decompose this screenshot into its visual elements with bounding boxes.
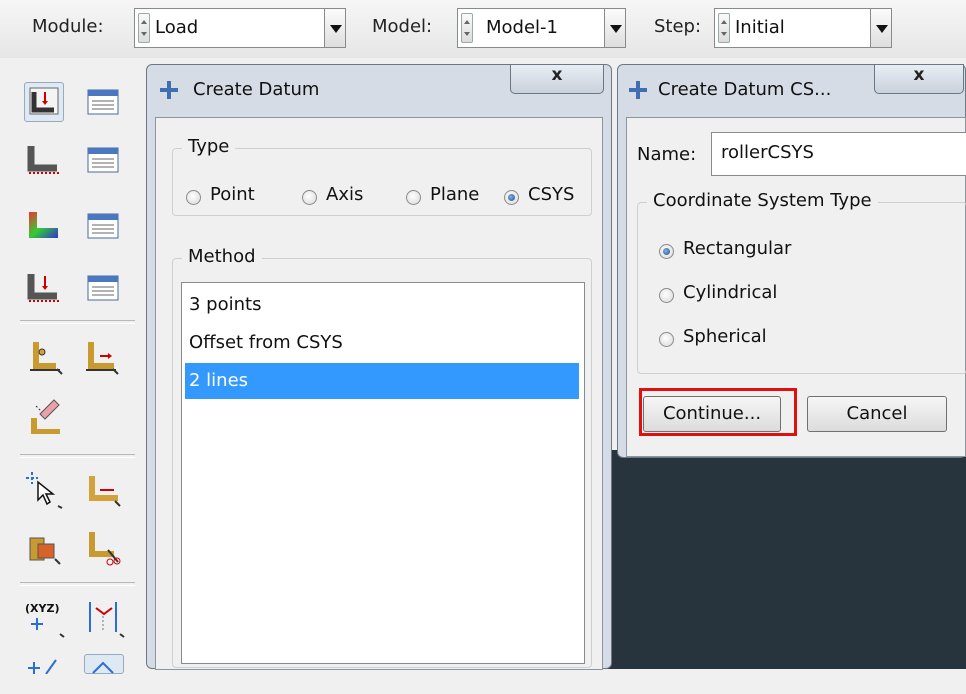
create-load-icon[interactable] <box>24 654 64 694</box>
radio-plane-label: Plane <box>430 184 480 205</box>
radio-point[interactable] <box>186 190 201 205</box>
cancel-button[interactable]: Cancel <box>807 396 947 432</box>
name-value: rollerCSYS <box>721 142 814 163</box>
model-spin-icon[interactable] <box>461 13 473 43</box>
radio-rectangular-label: Rectangular <box>683 238 792 259</box>
model-value: Model-1 <box>486 17 558 38</box>
create-amplitude-icon[interactable] <box>26 338 66 378</box>
radio-cylindrical-label: Cylindrical <box>683 282 778 303</box>
load-case-manager-icon[interactable] <box>84 268 124 308</box>
constraint-icon[interactable]: (XYZ) <box>24 598 65 638</box>
create-predefined-field-icon[interactable] <box>24 206 64 246</box>
create-load-case-icon[interactable] <box>24 268 64 308</box>
type-group <box>172 148 592 216</box>
datum-axis-icon[interactable] <box>84 528 124 568</box>
module-spin-icon[interactable] <box>138 13 150 43</box>
plus-icon <box>629 81 647 99</box>
radio-axis-label: Axis <box>326 184 364 205</box>
model-label: Model: <box>372 16 433 37</box>
method-group-title: Method <box>182 246 262 267</box>
radio-spherical-label: Spherical <box>683 326 767 347</box>
model-combo[interactable]: Model-1 <box>457 8 626 48</box>
step-dropdown-arrow-icon[interactable] <box>870 8 892 48</box>
close-button[interactable]: x <box>874 64 964 94</box>
create-datum-dialog: Create Datum x Type Point Axis Plane CSY… <box>146 64 612 670</box>
create-datum-body: Type Point Axis Plane CSYS Method 3 poin… <box>155 117 603 670</box>
module-label: Module: <box>32 16 104 37</box>
svg-text:(XYZ): (XYZ) <box>25 602 59 615</box>
close-button[interactable]: x <box>510 64 604 94</box>
module-combo[interactable]: Load <box>134 8 346 48</box>
predefined-field-manager-icon[interactable] <box>84 206 124 246</box>
bc-manager-icon[interactable] <box>84 140 124 180</box>
palette-separator <box>20 582 135 586</box>
partition-icon[interactable] <box>84 470 124 510</box>
radio-axis[interactable] <box>302 190 317 205</box>
viewport-background <box>605 450 966 669</box>
method-list[interactable]: 3 points Offset from CSYS 2 lines <box>181 282 585 664</box>
step-spin-icon[interactable] <box>718 13 730 43</box>
model-dropdown-arrow-icon[interactable] <box>604 8 626 48</box>
create-bc-icon[interactable] <box>24 140 64 180</box>
query-icon[interactable] <box>24 470 64 510</box>
list-item[interactable]: Offset from CSYS <box>185 325 579 361</box>
plus-icon <box>160 81 178 99</box>
module-toolbar: Module: Load Model: Model-1 Step: Initia… <box>0 0 966 58</box>
module-dropdown-arrow-icon[interactable] <box>324 8 346 48</box>
load-manager-icon[interactable] <box>84 82 124 122</box>
type-group-title: Type <box>182 136 236 157</box>
radio-point-label: Point <box>210 184 255 205</box>
list-item[interactable]: 3 points <box>185 287 579 323</box>
radio-plane[interactable] <box>406 190 421 205</box>
radio-csys[interactable] <box>504 190 519 205</box>
create-load-icon[interactable] <box>24 82 64 122</box>
radio-cylindrical[interactable] <box>659 288 674 303</box>
constraint-icon[interactable] <box>84 596 125 638</box>
cs-type-group-title: Coordinate System Type <box>647 190 878 211</box>
radio-spherical[interactable] <box>659 332 674 347</box>
step-combo[interactable]: Initial <box>714 8 892 48</box>
create-datum-csys-icon[interactable] <box>26 396 66 436</box>
tool-palette: (XYZ) <box>0 58 145 675</box>
step-label: Step: <box>654 16 702 37</box>
radio-rectangular[interactable] <box>659 244 674 259</box>
create-field-icon[interactable] <box>82 338 122 378</box>
palette-separator <box>20 454 135 458</box>
datum-csys-icon[interactable] <box>24 528 64 568</box>
name-label: Name: <box>637 144 697 165</box>
continue-highlight <box>639 388 797 436</box>
create-csys-title: Create Datum CS... <box>658 79 832 100</box>
close-icon: x <box>551 65 563 85</box>
name-field[interactable]: rollerCSYS <box>711 132 966 176</box>
step-value: Initial <box>735 17 785 38</box>
radio-csys-label: CSYS <box>528 184 575 205</box>
load-manager-icon[interactable] <box>84 654 124 674</box>
palette-separator <box>20 320 135 324</box>
list-item-selected[interactable]: 2 lines <box>185 363 579 399</box>
close-icon: x <box>913 65 925 85</box>
create-datum-title: Create Datum <box>193 79 320 100</box>
module-value: Load <box>155 17 199 38</box>
